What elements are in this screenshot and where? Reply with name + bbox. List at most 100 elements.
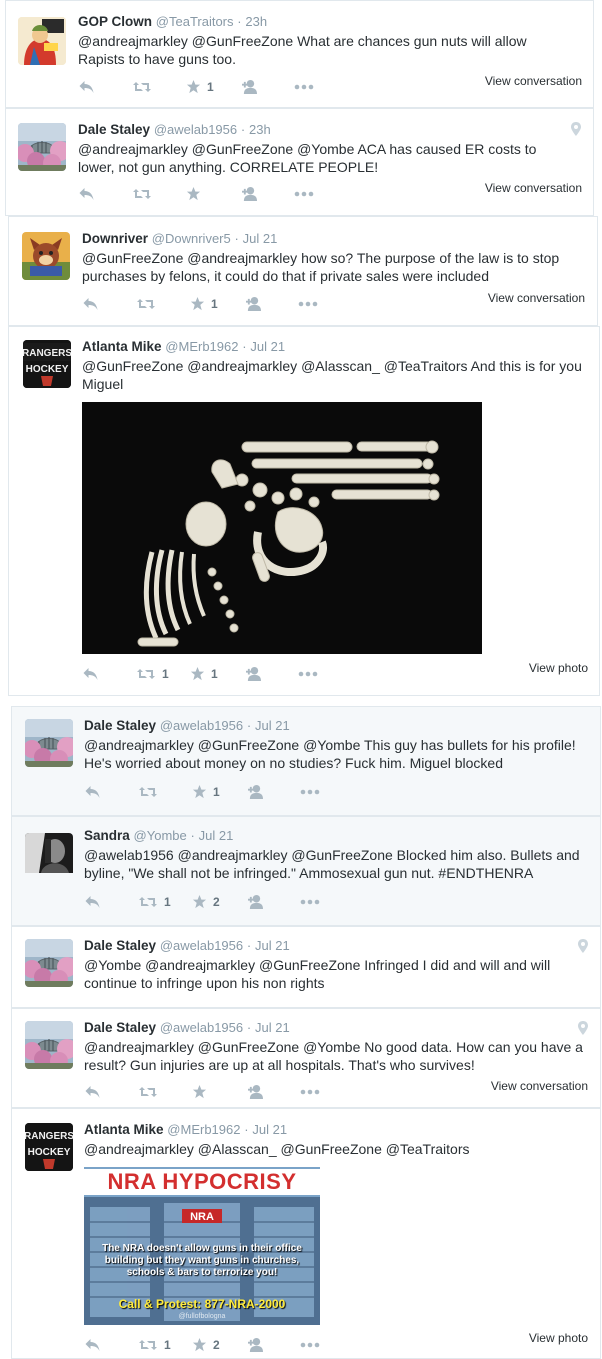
- retweet-button[interactable]: [132, 80, 186, 94]
- follow-button[interactable]: [246, 1084, 300, 1099]
- view-conversation-link[interactable]: View conversation: [488, 291, 585, 305]
- reply-button[interactable]: [84, 1085, 138, 1099]
- tweet-card[interactable]: Dale Staley @awelab1956 · Jul 21 @andrea…: [11, 1008, 601, 1108]
- tweet-card[interactable]: RANGERS HOCKEY Atlanta Mike @MErb1962 · …: [8, 326, 600, 696]
- author-name[interactable]: Atlanta Mike: [84, 1122, 164, 1137]
- retweet-button[interactable]: [138, 785, 192, 799]
- author-name[interactable]: GOP Clown: [78, 14, 152, 29]
- like-button[interactable]: 1: [192, 784, 246, 799]
- reply-button[interactable]: [82, 667, 136, 681]
- like-count: 1: [207, 79, 214, 94]
- reply-button[interactable]: [78, 80, 132, 94]
- tweet-text: @andreajmarkley @GunFreeZone @Yombe ACA …: [78, 141, 537, 175]
- timestamp[interactable]: Jul 21: [255, 938, 290, 953]
- like-button[interactable]: 1: [190, 666, 244, 681]
- timestamp[interactable]: Jul 21: [199, 828, 234, 843]
- follow-button[interactable]: [246, 894, 300, 909]
- tweet-header: Atlanta Mike @MErb1962 · Jul 21: [82, 339, 285, 354]
- author-handle[interactable]: @Yombe: [134, 828, 187, 843]
- author-name[interactable]: Dale Staley: [84, 938, 156, 953]
- follow-button[interactable]: [240, 186, 294, 201]
- timestamp[interactable]: 23h: [245, 14, 267, 29]
- view-conversation-link[interactable]: View conversation: [491, 1079, 588, 1093]
- like-button[interactable]: 2: [192, 894, 246, 909]
- author-name[interactable]: Dale Staley: [84, 718, 156, 733]
- follow-button[interactable]: [246, 784, 300, 799]
- tweet-photo[interactable]: [82, 402, 482, 654]
- reply-button[interactable]: [84, 785, 138, 799]
- location-pin-icon[interactable]: [578, 939, 588, 953]
- author-name[interactable]: Dale Staley: [84, 1020, 156, 1035]
- retweet-button[interactable]: [132, 187, 186, 201]
- retweet-button[interactable]: [138, 1085, 192, 1099]
- author-handle[interactable]: @TeaTraitors: [156, 14, 234, 29]
- author-handle[interactable]: @MErb1962: [167, 1122, 240, 1137]
- more-button[interactable]: [294, 84, 348, 90]
- avatar[interactable]: [25, 833, 73, 881]
- more-button[interactable]: [300, 899, 354, 905]
- tweet-card[interactable]: Sandra @Yombe · Jul 21 @awelab1956 @andr…: [11, 816, 601, 926]
- retweet-button[interactable]: 1: [138, 1338, 192, 1352]
- reply-button[interactable]: [84, 1338, 138, 1352]
- tweet-card[interactable]: GOP Clown @TeaTraitors · 23h @andreajmar…: [5, 0, 594, 108]
- view-conversation-link[interactable]: View conversation: [485, 181, 582, 195]
- avatar[interactable]: [25, 1021, 73, 1069]
- tweet-card[interactable]: Dale Staley @awelab1956 · Jul 21 @Yombe …: [11, 926, 601, 1008]
- author-handle[interactable]: @awelab1956: [160, 718, 243, 733]
- author-handle[interactable]: @awelab1956: [160, 1020, 243, 1035]
- retweet-button[interactable]: [136, 297, 190, 311]
- view-photo-link[interactable]: View photo: [529, 661, 588, 675]
- like-button[interactable]: 1: [190, 296, 244, 311]
- tweet-card[interactable]: Dale Staley @awelab1956 · Jul 21 @andrea…: [11, 706, 601, 816]
- more-button[interactable]: [300, 1342, 354, 1348]
- author-handle[interactable]: @awelab1956: [154, 122, 237, 137]
- avatar[interactable]: RANGERS HOCKEY: [23, 340, 71, 388]
- retweet-button[interactable]: 1: [138, 895, 192, 909]
- timestamp[interactable]: Jul 21: [250, 339, 285, 354]
- location-pin-icon[interactable]: [578, 1021, 588, 1035]
- author-name[interactable]: Atlanta Mike: [82, 339, 162, 354]
- view-photo-link[interactable]: View photo: [529, 1331, 588, 1345]
- avatar[interactable]: [25, 939, 73, 987]
- tweet-card[interactable]: RANGERS HOCKEY Atlanta Mike @MErb1962 · …: [11, 1108, 601, 1359]
- like-button[interactable]: 2: [192, 1337, 246, 1352]
- like-button[interactable]: [192, 1084, 246, 1099]
- tweet-card[interactable]: Dale Staley @awelab1956 · 23h @andreajma…: [5, 108, 594, 216]
- more-button[interactable]: [300, 1089, 354, 1095]
- author-name[interactable]: Sandra: [84, 828, 130, 843]
- reply-button[interactable]: [78, 187, 132, 201]
- tweet-photo[interactable]: NRA NRA HYPOCRISY The NRA doesn't allow …: [84, 1167, 320, 1325]
- tweet-card[interactable]: Downriver @Downriver5 · Jul 21 @GunFreeZ…: [8, 216, 598, 326]
- timestamp[interactable]: Jul 21: [252, 1122, 287, 1137]
- avatar[interactable]: [22, 232, 70, 280]
- author-handle[interactable]: @awelab1956: [160, 938, 243, 953]
- more-button[interactable]: [298, 301, 352, 307]
- author-name[interactable]: Downriver: [82, 231, 148, 246]
- follow-button[interactable]: [244, 296, 298, 311]
- more-button[interactable]: [294, 191, 348, 197]
- view-conversation-link[interactable]: View conversation: [485, 74, 582, 88]
- follow-button[interactable]: [244, 666, 298, 681]
- author-handle[interactable]: @MErb1962: [165, 339, 238, 354]
- more-button[interactable]: [300, 789, 354, 795]
- author-handle[interactable]: @Downriver5: [152, 231, 231, 246]
- avatar[interactable]: RANGERS HOCKEY: [25, 1123, 73, 1171]
- like-button[interactable]: 1: [186, 79, 240, 94]
- timestamp[interactable]: Jul 21: [255, 1020, 290, 1035]
- retweet-button[interactable]: 1: [136, 667, 190, 681]
- avatar[interactable]: [18, 123, 66, 171]
- reply-button[interactable]: [84, 895, 138, 909]
- author-name[interactable]: Dale Staley: [78, 122, 150, 137]
- follow-button[interactable]: [240, 79, 294, 94]
- avatar[interactable]: [25, 719, 73, 767]
- like-button[interactable]: [186, 186, 240, 201]
- tweet-header: Downriver @Downriver5 · Jul 21: [82, 231, 277, 246]
- avatar[interactable]: [18, 17, 66, 65]
- follow-button[interactable]: [246, 1337, 300, 1352]
- location-pin-icon[interactable]: [571, 122, 581, 136]
- timestamp[interactable]: Jul 21: [243, 231, 278, 246]
- more-button[interactable]: [298, 671, 352, 677]
- timestamp[interactable]: Jul 21: [255, 718, 290, 733]
- timestamp[interactable]: 23h: [249, 122, 271, 137]
- reply-button[interactable]: [82, 297, 136, 311]
